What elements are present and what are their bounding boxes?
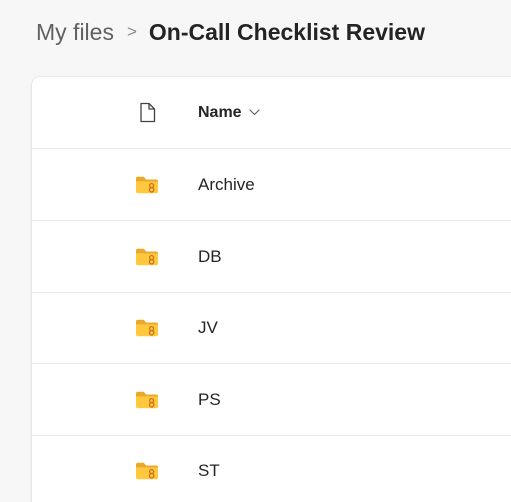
chevron-down-icon <box>248 109 260 116</box>
name-column-header[interactable]: Name <box>198 77 260 148</box>
shared-folder-icon <box>136 149 158 220</box>
shared-folder-icon <box>136 435 158 502</box>
breadcrumb-current-folder: On-Call Checklist Review <box>148 18 425 45</box>
shared-folder-icon <box>136 364 158 435</box>
file-list-panel: Name Archive DB JV PS ST <box>32 77 511 502</box>
file-list-header: Name <box>32 77 511 149</box>
file-name[interactable]: Archive <box>198 149 255 220</box>
breadcrumb-my-files-link[interactable]: My files <box>36 19 114 46</box>
file-name[interactable]: JV <box>198 292 218 363</box>
file-name[interactable]: ST <box>198 435 220 502</box>
breadcrumb-separator: > <box>126 22 137 41</box>
breadcrumb: My files > On-Call Checklist Review <box>36 14 425 50</box>
file-type-icon <box>136 77 158 148</box>
file-row-jv[interactable]: JV <box>32 292 511 364</box>
file-row-ps[interactable]: PS <box>32 364 511 436</box>
file-row-st[interactable]: ST <box>32 435 511 502</box>
shared-folder-icon <box>136 221 158 292</box>
file-explorer-page: My files > On-Call Checklist Review Name <box>0 0 511 502</box>
name-column-label: Name <box>198 103 242 121</box>
shared-folder-icon <box>136 292 158 363</box>
file-name[interactable]: DB <box>198 221 222 292</box>
file-row-archive[interactable]: Archive <box>32 149 511 221</box>
file-name[interactable]: PS <box>198 364 221 435</box>
file-row-db[interactable]: DB <box>32 221 511 293</box>
